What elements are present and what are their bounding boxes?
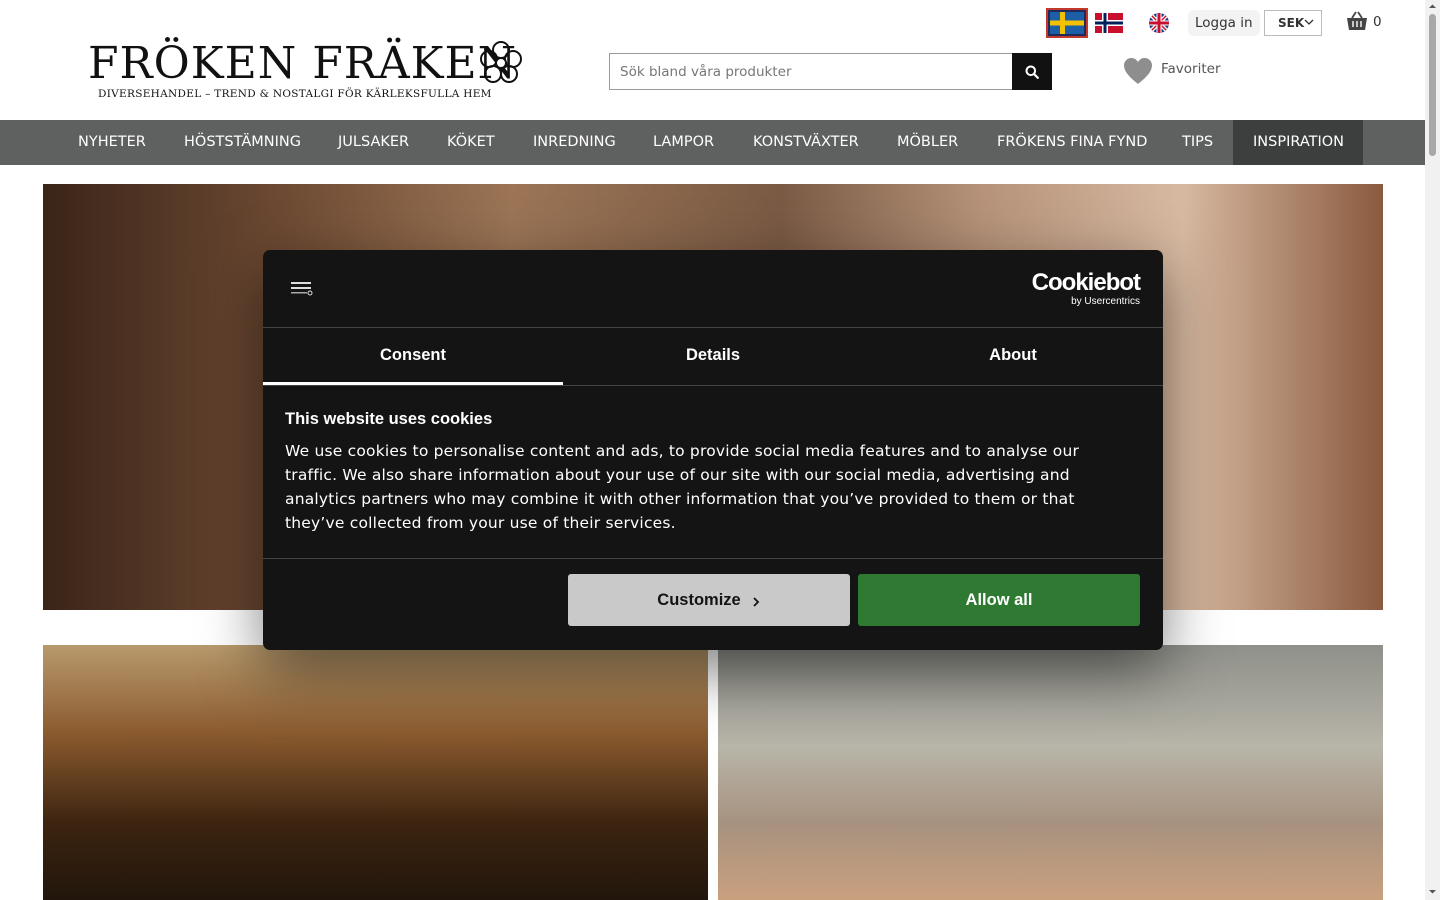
search-bar <box>609 53 1052 90</box>
nav-item-inredning[interactable]: INREDNING <box>513 120 636 165</box>
page-scrollbar[interactable] <box>1425 0 1440 900</box>
nav-item-inspiration[interactable]: INSPIRATION <box>1233 120 1363 165</box>
cookiebot-logo: Cookiebot by Usercentrics <box>1031 269 1141 308</box>
main-navigation: NYHETER HÖSTSTÄMNING JULSAKER KÖKET INRE… <box>0 120 1425 165</box>
heart-icon <box>1124 58 1152 84</box>
allow-all-button[interactable]: Allow all <box>858 574 1140 626</box>
favorites-label: Favoriter <box>1161 61 1221 77</box>
top-utility-bar: Logga in SEK 0 <box>1046 8 1386 38</box>
currency-select[interactable]: SEK <box>1264 10 1322 36</box>
cookiebot-brand-sub: by Usercentrics <box>1071 296 1140 307</box>
nav-item-frokens-fina-fynd[interactable]: FRÖKENS FINA FYND <box>977 120 1167 165</box>
search-button[interactable] <box>1012 53 1052 90</box>
nav-item-koket[interactable]: KÖKET <box>427 120 515 165</box>
basket-icon <box>1347 11 1367 30</box>
customize-button[interactable]: Customize <box>568 574 850 626</box>
tab-details[interactable]: Details <box>563 328 863 385</box>
allow-all-label: Allow all <box>965 590 1033 609</box>
divider <box>263 385 1163 386</box>
nav-item-lampor[interactable]: LAMPOR <box>633 120 734 165</box>
search-input[interactable] <box>609 53 1013 90</box>
cookiebot-brand: Cookiebot <box>1031 269 1141 296</box>
nav-item-tips[interactable]: TIPS <box>1162 120 1233 165</box>
language-swedish[interactable] <box>1046 8 1088 38</box>
nav-item-julsaker[interactable]: JULSAKER <box>318 120 429 165</box>
divider <box>263 558 1163 559</box>
login-link[interactable]: Logga in <box>1188 10 1260 36</box>
swedish-flag-icon <box>1050 12 1084 34</box>
site-logo[interactable]: FRÖKEN FRÄKEN Diversehandel – Trend & no… <box>88 36 528 108</box>
language-norwegian[interactable] <box>1094 8 1124 38</box>
cart-button[interactable]: 0 <box>1346 11 1386 35</box>
chevron-right-icon <box>753 597 759 607</box>
tab-consent[interactable]: Consent <box>263 328 563 385</box>
chevron-down-icon <box>1304 19 1314 25</box>
customize-label: Customize <box>657 590 741 609</box>
scrollbar-thumb[interactable] <box>1429 14 1436 156</box>
cart-count: 0 <box>1373 14 1382 30</box>
nav-item-nyheter[interactable]: NYHETER <box>58 120 166 165</box>
site-logo-small-icon <box>291 282 313 296</box>
cookie-heading: This website uses cookies <box>285 410 493 428</box>
language-english[interactable] <box>1144 8 1174 38</box>
currency-value: SEK <box>1278 16 1305 30</box>
inspiration-tile-barn[interactable] <box>43 645 708 900</box>
favorites-link[interactable]: Favoriter <box>1122 56 1232 88</box>
cookie-tabs: Consent Details About <box>263 328 1163 385</box>
tab-about[interactable]: About <box>863 328 1163 385</box>
cookie-consent-dialog: Cookiebot by Usercentrics Consent Detail… <box>263 250 1163 650</box>
english-flag-icon <box>1149 13 1169 33</box>
scroll-down-icon[interactable] <box>1428 887 1437 896</box>
flower-icon <box>480 41 522 83</box>
site-header: FRÖKEN FRÄKEN Diversehandel – Trend & no… <box>0 0 1425 120</box>
nav-item-mobler[interactable]: MÖBLER <box>877 120 978 165</box>
inspiration-tile-pumpkins[interactable] <box>718 645 1383 900</box>
cookie-description: We use cookies to personalise content an… <box>285 442 1080 532</box>
norwegian-flag-icon <box>1095 13 1123 33</box>
logo-title: FRÖKEN FRÄKEN <box>88 38 518 89</box>
nav-item-konstvaxter[interactable]: KONSTVÄXTER <box>733 120 879 165</box>
scroll-up-icon[interactable] <box>1428 2 1437 11</box>
search-icon <box>1025 65 1039 79</box>
nav-item-hoststamning[interactable]: HÖSTSTÄMNING <box>164 120 321 165</box>
logo-tagline: Diversehandel – Trend & nostalgi för kär… <box>98 88 492 100</box>
